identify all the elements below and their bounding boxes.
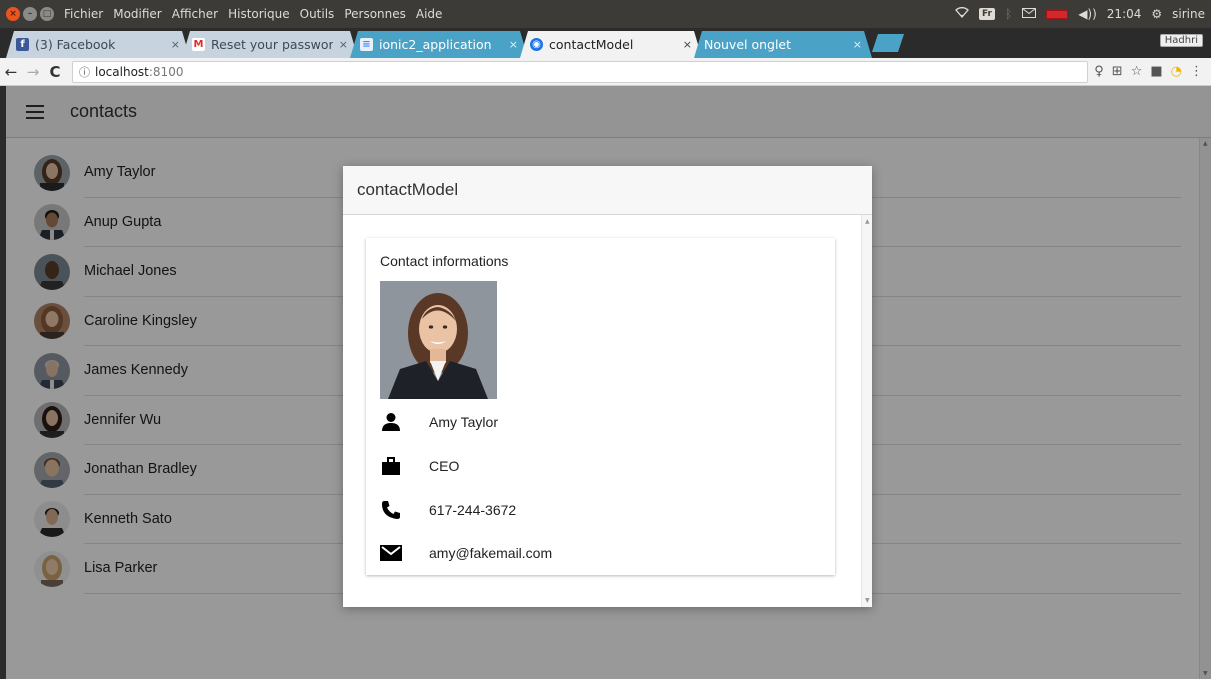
extension-icon[interactable]: ■ — [1150, 64, 1162, 79]
menu-fichier[interactable]: Fichier — [62, 7, 105, 21]
tab-close-icon[interactable]: × — [853, 38, 862, 51]
contact-job-value: CEO — [429, 458, 460, 474]
clock[interactable]: 21:04 — [1107, 7, 1142, 21]
system-tray: Fr ᛒ ◀)) 21:04 ⚙ sirine — [955, 7, 1205, 21]
wifi-icon[interactable] — [955, 7, 969, 21]
keyboard-layout-indicator[interactable]: Fr — [978, 8, 995, 20]
contact-email-value: amy@fakemail.com — [429, 545, 553, 561]
tab-ionic2-application[interactable]: ≡ ionic2_application × — [350, 31, 528, 58]
bookmark-star-icon[interactable]: ☆ — [1131, 64, 1143, 79]
extension-circle-icon[interactable]: ◔ — [1171, 64, 1182, 79]
url-host: localhost — [95, 64, 149, 79]
modal-body: Contact informations Amy Taylor CEO 617-… — [343, 215, 872, 607]
site-info-icon[interactable]: ⓘ — [79, 64, 90, 80]
scroll-up-icon[interactable]: ▲ — [865, 218, 870, 225]
tab-close-icon[interactable]: × — [509, 38, 518, 51]
tab-close-icon[interactable]: × — [683, 38, 692, 51]
contact-name-row: Amy Taylor — [380, 407, 820, 437]
gmail-icon: M — [193, 39, 204, 50]
tab-reset-password[interactable]: M Reset your password × — [182, 31, 358, 58]
briefcase-icon — [380, 455, 402, 477]
address-bar[interactable]: ⓘ localhost:8100 — [72, 60, 1089, 83]
modal-title: contactModel — [357, 180, 459, 199]
phone-icon — [380, 499, 402, 521]
session-gear-icon[interactable]: ⚙ — [1151, 7, 1162, 21]
toolbar-icons: ♀ ⊞ ☆ ■ ◔ ⋮ — [1094, 64, 1203, 79]
battery-icon[interactable] — [1046, 9, 1069, 19]
bluetooth-icon[interactable]: ᛒ — [1005, 7, 1012, 21]
volume-icon[interactable]: ◀)) — [1078, 7, 1097, 21]
docs-icon: ≡ — [360, 38, 373, 51]
menu-modifier[interactable]: Modifier — [111, 7, 164, 21]
facebook-icon: f — [16, 38, 29, 51]
scroll-down-icon[interactable]: ▼ — [865, 597, 870, 604]
person-icon — [380, 411, 402, 433]
contact-phone-row: 617-244-3672 — [380, 495, 820, 525]
url-port: :8100 — [148, 64, 184, 79]
browser-menu-icon[interactable]: ⋮ — [1190, 64, 1203, 79]
contact-modal: contactModel Contact informations Amy Ta… — [343, 166, 872, 607]
window-maximize-button[interactable]: □ — [40, 7, 54, 21]
contact-info-card: Contact informations Amy Taylor CEO 617-… — [366, 238, 835, 575]
tab-nouvel-onglet[interactable]: Nouvel onglet × — [694, 31, 872, 58]
menu-aide[interactable]: Aide — [414, 7, 445, 21]
tab-facebook[interactable]: f (3) Facebook × — [6, 31, 190, 58]
modal-scrollbar[interactable]: ▲ ▼ — [861, 215, 872, 607]
modal-header: contactModel — [343, 166, 872, 215]
reload-button[interactable]: C — [44, 63, 66, 81]
contact-phone-value: 617-244-3672 — [429, 502, 517, 518]
translate-icon[interactable]: ⊞ — [1112, 64, 1123, 79]
menu-personnes[interactable]: Personnes — [342, 7, 408, 21]
tab-close-icon[interactable]: × — [339, 38, 348, 51]
tab-title: Nouvel onglet — [704, 37, 792, 52]
session-user[interactable]: sirine — [1172, 7, 1205, 21]
browser-toolbar: ← → C ⓘ localhost:8100 ♀ ⊞ ☆ ■ ◔ ⋮ — [0, 58, 1211, 86]
contact-photo — [380, 281, 497, 399]
mail-icon — [380, 542, 402, 564]
new-tab-button[interactable] — [872, 34, 904, 52]
key-icon[interactable]: ♀ — [1094, 64, 1104, 79]
window-minimize-button[interactable]: – — [23, 7, 37, 21]
window-close-button[interactable]: × — [6, 7, 20, 21]
menu-afficher[interactable]: Afficher — [170, 7, 220, 21]
tab-title: ionic2_application — [379, 37, 492, 52]
tab-title: Reset your password — [211, 37, 333, 52]
window-controls: × – □ — [6, 7, 54, 21]
tab-close-icon[interactable]: × — [171, 38, 180, 51]
mail-icon[interactable] — [1022, 7, 1037, 21]
menu-historique[interactable]: Historique — [226, 7, 292, 21]
contact-name-value: Amy Taylor — [429, 414, 498, 430]
tab-title: (3) Facebook — [35, 37, 116, 52]
tab-strip: f (3) Facebook × M Reset your password ×… — [0, 28, 1211, 58]
app-viewport: contacts Amy Taylor Anup Gupta Michael J… — [6, 86, 1211, 679]
menu-outils[interactable]: Outils — [298, 7, 337, 21]
profile-button[interactable]: Hadhri — [1159, 34, 1203, 47]
contact-job-row: CEO — [380, 451, 820, 481]
forward-button[interactable]: → — [22, 63, 44, 81]
tab-contactmodel[interactable]: ◉ contactModel × — [520, 31, 702, 58]
contact-email-row: amy@fakemail.com — [380, 538, 820, 568]
chrome-icon: ◉ — [530, 38, 543, 51]
os-top-panel: × – □ Fichier Modifier Afficher Historiq… — [0, 0, 1211, 28]
back-button[interactable]: ← — [0, 63, 22, 81]
tab-title: contactModel — [549, 37, 634, 52]
card-title: Contact informations — [380, 253, 509, 269]
app-menu: Fichier Modifier Afficher Historique Out… — [62, 7, 444, 21]
